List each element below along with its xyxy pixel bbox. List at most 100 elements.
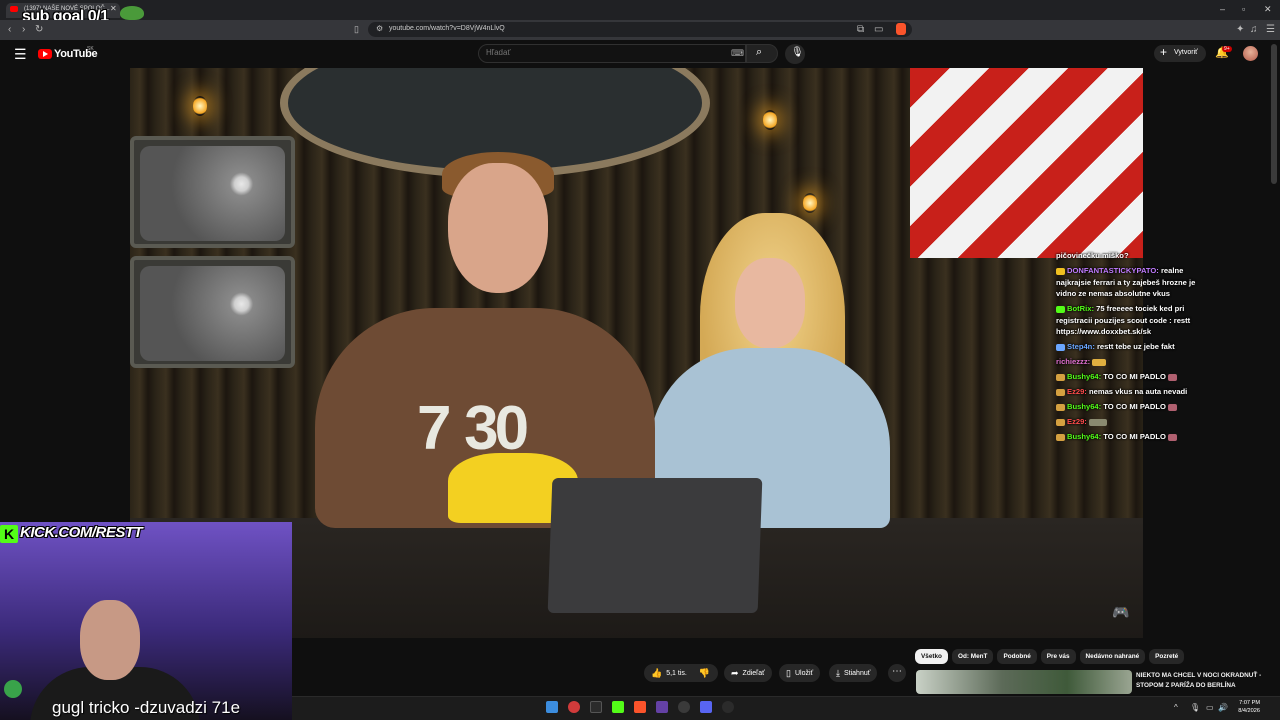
badge-icon <box>1056 418 1065 426</box>
recommendation-title[interactable]: NIEKTO MA CHCEL V NOCI OKRADNUŤ - STOPOM… <box>1136 671 1272 690</box>
chat-username: Bushy64: <box>1067 432 1102 441</box>
save-button[interactable]: ▯ Uložiť <box>779 664 821 682</box>
stream-caption: gugl tricko -dzuvadzi 71e <box>52 698 241 717</box>
chip-for-you[interactable]: Pre vás <box>1040 649 1076 664</box>
volume-icon[interactable]: 🔊 <box>1218 703 1228 712</box>
chat-text: TO CO MI PADLO <box>1101 432 1166 441</box>
youtube-favicon-icon <box>10 6 18 12</box>
chip-related[interactable]: Podobné <box>997 649 1037 664</box>
bookmark-icon[interactable]: ▯ <box>354 24 359 35</box>
download-icon: ⤓ <box>836 667 840 678</box>
badge-icon <box>1056 388 1065 396</box>
twitch-icon[interactable] <box>656 701 668 713</box>
tv-screen <box>140 266 285 361</box>
man-face <box>448 163 548 293</box>
clock-date[interactable]: 8/4/2026 <box>1228 708 1260 714</box>
download-button[interactable]: ⤓ Stiahnuť <box>829 664 878 682</box>
hamburger-menu-icon[interactable]: ☰ <box>14 46 27 63</box>
chat-text: TO CO MI PADLO <box>1101 402 1166 411</box>
chat-message: Bushy64: TO CO MI PADLO <box>1056 401 1216 413</box>
tablet <box>547 478 763 613</box>
kick-app-icon[interactable] <box>612 701 624 713</box>
search-icon[interactable]: ⌕ <box>756 46 762 59</box>
page-scrollbar[interactable] <box>1271 44 1277 184</box>
channel-watermark-icon[interactable]: 🎮 <box>1112 604 1129 621</box>
badge-icon <box>1056 267 1065 275</box>
thumbs-down-icon[interactable]: 👎 <box>699 668 710 679</box>
chat-username: DONFANTASTICKYPATO: <box>1067 266 1159 275</box>
maximize-icon[interactable]: ▫ <box>1242 4 1245 14</box>
tv-top <box>130 136 295 248</box>
share-button[interactable]: ➦ Zdieľať <box>724 664 772 682</box>
url-text: youtube.com/watch?v=D8VjW4nLlvQ <box>389 25 505 32</box>
back-icon[interactable]: ‹ <box>8 24 11 35</box>
brave-shield-icon[interactable] <box>896 23 906 35</box>
chip-recently-uploaded[interactable]: Nedávno nahrané <box>1079 649 1146 664</box>
emote-icon <box>1168 373 1177 381</box>
network-icon[interactable]: ▭ <box>1206 703 1214 712</box>
obs-icon[interactable] <box>722 701 734 713</box>
chevron-sign <box>910 68 1143 258</box>
terminal-icon[interactable] <box>590 701 602 713</box>
video-actions-area <box>292 638 912 690</box>
discord-icon[interactable] <box>700 701 712 713</box>
chat-message: DONFANTASTICKYPATO: realne najkrajsie fe… <box>1056 265 1216 300</box>
kick-logo-icon: K <box>0 525 18 543</box>
browser-menu-icon[interactable]: ☰ <box>1266 24 1275 35</box>
share-label: Zdieľať <box>742 669 765 677</box>
chat-text: pičovinečku miško? <box>1056 251 1129 260</box>
minimize-icon[interactable]: – <box>1220 4 1225 14</box>
search-input[interactable] <box>486 48 686 57</box>
keyboard-icon[interactable]: ⌨ <box>731 48 744 59</box>
brave-browser-icon[interactable] <box>634 701 646 713</box>
save-icon: ▯ <box>786 667 791 678</box>
reload-icon[interactable]: ↻ <box>35 24 43 35</box>
tray-chevron-icon[interactable]: ^ <box>1174 703 1178 712</box>
more-actions-button[interactable]: ⋯ <box>888 664 906 682</box>
location-app-icon[interactable] <box>568 701 580 713</box>
frog-emote-icon <box>120 6 144 20</box>
extensions-icon[interactable]: ✦ <box>1236 24 1244 35</box>
chip-all[interactable]: Všetko <box>915 649 948 664</box>
thumbs-up-icon[interactable]: 👍 <box>651 668 662 679</box>
chat-username: Step4n: <box>1067 342 1095 351</box>
window-close-icon[interactable]: ✕ <box>1264 4 1272 15</box>
badge-icon <box>1056 433 1065 441</box>
bot-badge-icon <box>1056 305 1065 313</box>
chat-message: Ez29: nemas vkus na auta nevadi <box>1056 386 1216 398</box>
streamer-face <box>80 600 140 680</box>
site-settings-icon[interactable]: ⚙ <box>376 24 383 33</box>
tv-bottom <box>130 256 295 368</box>
account-avatar[interactable] <box>1243 46 1258 61</box>
clock-time[interactable]: 7:07 PM <box>1234 700 1260 706</box>
close-tab-icon[interactable]: ✕ <box>110 4 117 13</box>
create-label: Vytvoriť <box>1174 49 1198 56</box>
media-icon[interactable]: ♫ <box>1250 24 1258 35</box>
chat-message: Bushy64: TO CO MI PADLO <box>1056 371 1216 383</box>
chat-username: Ez29: <box>1067 417 1087 426</box>
translate-icon[interactable]: ⧉ <box>857 24 864 35</box>
emote-icon <box>1168 433 1177 441</box>
windows-taskbar <box>292 696 1280 720</box>
chat-message: Step4n: restt tebe uz jebe fakt <box>1056 341 1216 353</box>
stream-chat: pičovinečku miško? DONFANTASTICKYPATO: r… <box>1056 250 1216 446</box>
share-icon: ➦ <box>731 667 739 678</box>
chat-message: Ez29: <box>1056 416 1216 428</box>
like-dislike-group[interactable]: 👍 5,1 tis. 👎 <box>644 664 718 682</box>
settings-icon[interactable] <box>678 701 690 713</box>
youtube-play-icon <box>43 51 48 57</box>
chat-text: restt tebe uz jebe fakt <box>1094 342 1175 351</box>
start-icon[interactable] <box>546 701 558 713</box>
microphone-icon[interactable]: 🎙 <box>791 47 804 58</box>
chip-watched[interactable]: Pozreté <box>1149 649 1185 664</box>
mic-tray-icon[interactable]: 🎙 <box>1190 703 1200 712</box>
browser-tab-bar <box>0 0 1280 20</box>
chip-from-channel[interactable]: Od: MenT <box>951 649 994 664</box>
chat-username: Bushy64: <box>1067 372 1102 381</box>
emote-icon <box>1168 403 1177 411</box>
cast-icon[interactable]: ▭ <box>874 24 883 35</box>
light-bulb <box>763 110 777 130</box>
forward-icon[interactable]: › <box>22 24 25 35</box>
chat-message: BotRix: 75 freeeee tociek ked pri regist… <box>1056 303 1216 338</box>
recommendation-thumbnail[interactable] <box>916 670 1132 694</box>
